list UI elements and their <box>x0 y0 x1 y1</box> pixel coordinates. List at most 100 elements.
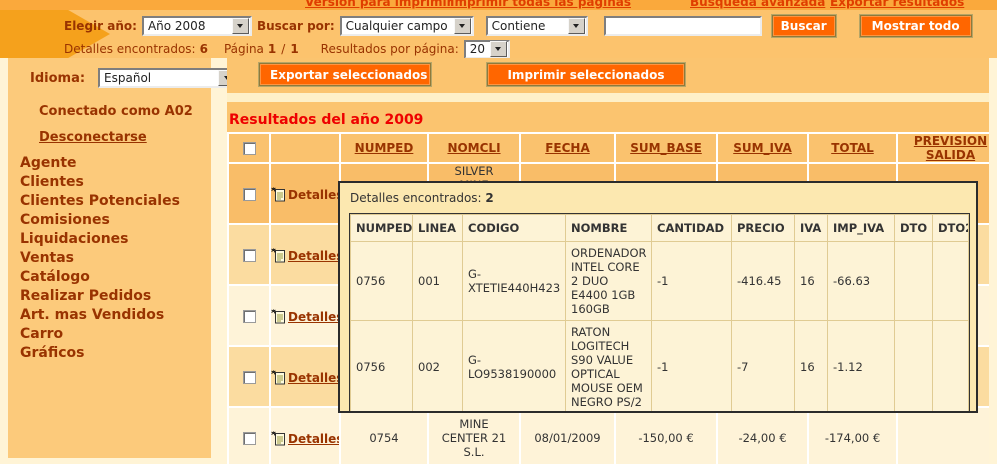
popup-col-iva: IVA <box>795 215 828 242</box>
prevision-cell <box>898 408 989 464</box>
page-current: 1 <box>268 42 276 56</box>
print-all-pages-link[interactable]: Imprimir todas las páginas <box>450 0 631 9</box>
sort-prevision-salida-link[interactable]: PREVISION SALIDA <box>914 134 987 162</box>
popup-col-numped: NUMPED <box>351 215 413 242</box>
popup-col-cantidad: CANTIDAD <box>652 215 732 242</box>
popup-codigo-cell: G-XTETIE440H423 <box>463 242 566 321</box>
sum-base-cell: -150,00 € <box>616 408 716 464</box>
sidebar-item-liquidaciones[interactable]: Liquidaciones <box>20 230 180 249</box>
popup-precio-cell: -416.45 <box>732 242 795 321</box>
disconnect-link[interactable]: Desconectarse <box>39 130 147 145</box>
advanced-search-link[interactable]: Búsqueda avanzada <box>690 0 825 9</box>
popup-row: 0756 001 G-XTETIE440H423 ORDENADOR INTEL… <box>351 242 969 321</box>
sort-sum-base-link[interactable]: SUM_BASE <box>630 141 702 155</box>
popup-header-row: NUMPED LINEA CODIGO NOMBRE CANTIDAD PREC… <box>351 215 969 242</box>
page: Versión para imprimir Imprimir todas las… <box>0 0 997 464</box>
details-link[interactable]: Detalles <box>271 310 339 324</box>
language-value: Español <box>104 71 151 85</box>
details-link[interactable]: Detalles <box>271 432 339 446</box>
details-page-icon <box>271 309 286 324</box>
popup-imp-iva-cell: -66.63 <box>828 242 895 321</box>
language-select[interactable]: Español <box>98 68 238 88</box>
popup-nombre-cell: ORDENADOR INTEL CORE 2 DUO E4400 1GB 160… <box>566 242 652 321</box>
popup-col-nombre: NOMBRE <box>566 215 652 242</box>
sort-fecha-link[interactable]: FECHA <box>545 141 590 155</box>
language-label: Idioma: <box>30 71 85 86</box>
row-checkbox[interactable] <box>243 371 256 384</box>
popup-col-linea: LINEA <box>413 215 463 242</box>
details-page-icon <box>271 370 286 385</box>
details-link[interactable]: Detalles <box>271 371 339 385</box>
popup-numped-cell: 0756 <box>351 321 413 414</box>
sidebar-item-graficos[interactable]: Gráficos <box>20 344 180 363</box>
per-page-label: Resultados por página: <box>321 42 459 56</box>
details-link[interactable]: Detalles <box>271 249 339 263</box>
mostrar-todo-button[interactable]: Mostrar todo <box>860 15 972 37</box>
popup-table: NUMPED LINEA CODIGO NOMBRE CANTIDAD PREC… <box>350 214 969 413</box>
popup-cantidad-cell: -1 <box>652 321 732 414</box>
chevron-down-icon[interactable] <box>454 18 471 34</box>
popup-numped-cell: 0756 <box>351 242 413 321</box>
page-label: Página <box>224 42 264 56</box>
export-results-link[interactable]: Exportar resultados <box>830 0 964 9</box>
sort-nomcli-link[interactable]: NOMCLI <box>447 141 500 155</box>
search-by-label: Buscar por: <box>257 19 335 33</box>
details-link[interactable]: Detalles <box>271 188 339 202</box>
popup-precio-cell: -7 <box>732 321 795 414</box>
popup-dto-cell <box>895 242 933 321</box>
sidebar-item-art-mas-vendidos[interactable]: Art. mas Vendidos <box>20 306 180 325</box>
results-title: Resultados del año 2009 <box>229 112 989 128</box>
table-row: Detalles 0754 MINE CENTER 21 S.L. 08/01/… <box>229 408 989 464</box>
search-field-select[interactable]: Cualquier campo <box>340 16 474 36</box>
sort-sum-iva-link[interactable]: SUM_IVA <box>733 141 792 155</box>
sort-total-link[interactable]: TOTAL <box>831 141 874 155</box>
print-selected-button[interactable]: Imprimir seleccionados <box>487 63 685 86</box>
sidebar-item-carro[interactable]: Carro <box>20 325 180 344</box>
search-field-value: Cualquier campo <box>346 19 448 33</box>
print-version-link[interactable]: Versión para imprimir <box>305 0 453 9</box>
per-page-value: 20 <box>470 42 485 56</box>
results-header-row: NUMPED NOMCLI FECHA SUM_BASE SUM_IVA TOT… <box>229 134 989 162</box>
details-page-icon <box>271 431 286 446</box>
year-select[interactable]: Año 2008 <box>142 16 252 36</box>
details-found-label: Detalles encontrados: <box>64 42 196 56</box>
chevron-down-icon[interactable] <box>232 18 249 34</box>
sidebar-item-clientes-potenciales[interactable]: Clientes Potenciales <box>20 192 180 211</box>
operator-select[interactable]: Contiene <box>486 16 588 36</box>
sidebar-item-clientes[interactable]: Clientes <box>20 173 180 192</box>
sidebar: Idioma: Español Conectado como A02 Desco… <box>8 58 211 458</box>
nomcli-cell: MINE CENTER 21 S.L. <box>429 408 519 464</box>
row-checkbox[interactable] <box>243 432 256 445</box>
popup-col-codigo: CODIGO <box>463 215 566 242</box>
row-checkbox[interactable] <box>243 249 256 262</box>
popup-details-found-label: Detalles encontrados: <box>350 191 482 205</box>
search-input[interactable] <box>604 16 762 36</box>
per-page-select[interactable]: 20 <box>464 40 510 59</box>
buscar-button[interactable]: Buscar <box>772 15 836 37</box>
popup-details-count: 2 <box>485 191 493 205</box>
sidebar-menu: Agente Clientes Clientes Potenciales Com… <box>20 154 180 363</box>
chevron-down-icon[interactable] <box>490 41 507 57</box>
search-header-bar: Elegir año: Año 2008 Buscar por: Cualqui… <box>0 10 997 58</box>
sidebar-item-ventas[interactable]: Ventas <box>20 249 180 268</box>
popup-nombre-cell: RATON LOGITECH S90 VALUE OPTICAL MOUSE O… <box>566 321 652 414</box>
popup-iva-cell: 16 <box>795 242 828 321</box>
fecha-cell: 08/01/2009 <box>521 408 614 464</box>
popup-codigo-cell: G-LO9538190000 <box>463 321 566 414</box>
details-page-icon <box>271 248 286 263</box>
connected-as-text: Conectado como A02 <box>39 104 193 119</box>
select-all-checkbox[interactable] <box>243 142 256 155</box>
chevron-down-icon[interactable] <box>568 18 585 34</box>
sum-iva-cell: -24,00 € <box>718 408 807 464</box>
details-found-count: 6 <box>200 42 208 56</box>
sort-numped-link[interactable]: NUMPED <box>355 141 414 155</box>
row-checkbox[interactable] <box>243 310 256 323</box>
popup-cantidad-cell: -1 <box>652 242 732 321</box>
sidebar-item-comisiones[interactable]: Comisiones <box>20 211 180 230</box>
sidebar-item-realizar-pedidos[interactable]: Realizar Pedidos <box>20 287 180 306</box>
row-checkbox[interactable] <box>243 188 256 201</box>
popup-iva-cell: 16 <box>795 321 828 414</box>
sidebar-item-catalogo[interactable]: Catálogo <box>20 268 180 287</box>
export-selected-button[interactable]: Exportar seleccionados <box>259 63 431 86</box>
sidebar-item-agente[interactable]: Agente <box>20 154 180 173</box>
